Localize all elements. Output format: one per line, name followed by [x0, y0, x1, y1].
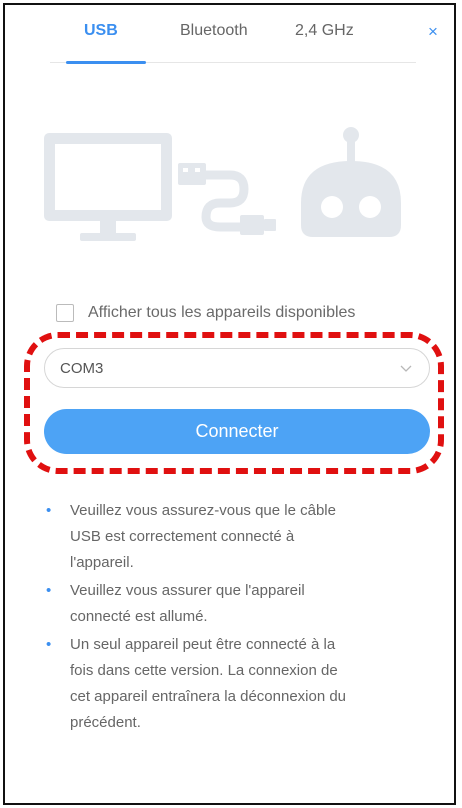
show-all-devices-row[interactable]: Afficher tous les appareils disponibles: [56, 303, 355, 323]
note-item: • Veuillez vous assurer que l'appareil c…: [42, 578, 422, 630]
tab-usb[interactable]: USB: [84, 22, 118, 40]
usb-cable-icon: [178, 163, 276, 235]
note-item: • Veuillez vous assurez-vous que le câbl…: [42, 498, 422, 576]
connect-button[interactable]: Connecter: [44, 409, 430, 454]
monitor-icon: [44, 133, 172, 241]
port-select-value: COM3: [60, 360, 104, 377]
connection-illustration: [44, 127, 401, 241]
close-icon[interactable]: ×: [428, 22, 438, 42]
bullet-icon: •: [46, 582, 52, 599]
bullet-icon: •: [46, 636, 52, 653]
tab-2-4-ghz[interactable]: 2,4 GHz: [295, 22, 354, 40]
chevron-down-icon: [400, 365, 412, 372]
port-select[interactable]: COM3: [44, 348, 430, 388]
robot-icon: [301, 127, 401, 237]
note-item: • Un seul appareil peut être connecté à …: [42, 632, 422, 736]
show-all-devices-label: Afficher tous les appareils disponibles: [88, 304, 356, 321]
connection-tabs: USB Bluetooth 2,4 GHz: [50, 18, 416, 64]
show-all-devices-checkbox[interactable]: [56, 304, 74, 322]
tab-bluetooth[interactable]: Bluetooth: [180, 22, 248, 40]
active-tab-indicator: [66, 61, 146, 64]
connection-notes: • Veuillez vous assurez-vous que le câbl…: [42, 498, 422, 738]
bullet-icon: •: [46, 502, 52, 519]
